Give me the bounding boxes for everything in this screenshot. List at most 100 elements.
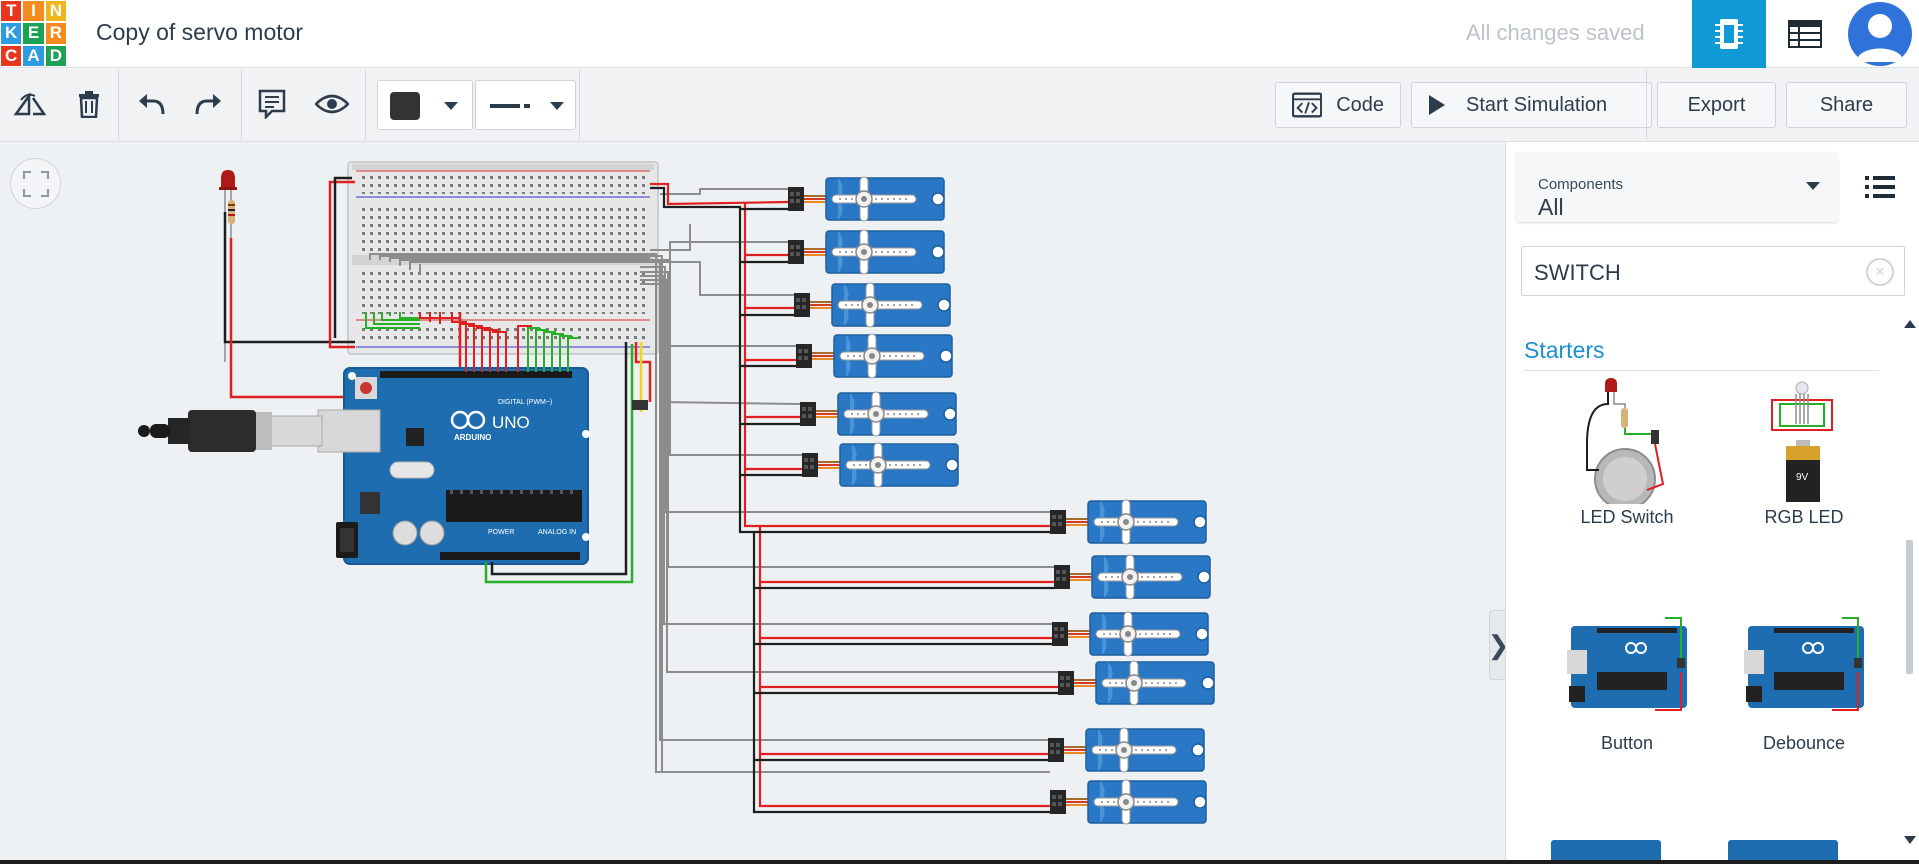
visibility-button[interactable] xyxy=(310,82,354,126)
starter-button[interactable]: Button xyxy=(1537,612,1717,754)
scroll-down-icon[interactable] xyxy=(1904,836,1916,844)
circuit-icon xyxy=(1715,19,1743,49)
export-label: Export xyxy=(1687,93,1746,116)
undo-button[interactable] xyxy=(128,82,172,126)
logo-letter: C xyxy=(1,45,22,66)
circuit-view-button[interactable] xyxy=(1692,0,1766,68)
servo-motor[interactable] xyxy=(793,282,951,328)
start-simulation-button[interactable]: Start Simulation xyxy=(1411,82,1652,128)
share-label: Share xyxy=(1819,93,1874,116)
starter-label: Button xyxy=(1600,733,1654,753)
logo-letter: T xyxy=(1,1,22,22)
circuit-drawing: UNO ARDUINO DIGITAL (PWM~) POWER ANALOG … xyxy=(138,161,1215,825)
toolbar-divider xyxy=(579,70,580,140)
list-view-toggle[interactable] xyxy=(1849,152,1911,222)
starter-thumbnail-partial[interactable] xyxy=(1551,840,1661,860)
color-swatch xyxy=(390,92,420,120)
share-button[interactable]: Share xyxy=(1786,82,1907,128)
wire-type-icon xyxy=(490,104,530,108)
chevron-down-icon xyxy=(1806,182,1820,190)
play-icon xyxy=(1429,95,1445,115)
digital-pins-label: DIGITAL (PWM~) xyxy=(498,399,552,406)
starter-rgb-led[interactable]: 9V RGB LED xyxy=(1714,374,1894,528)
start-simulation-label: Start Simulation xyxy=(1466,93,1608,116)
servo-motor[interactable] xyxy=(1049,779,1207,825)
arduino-brand-text: ARDUINO xyxy=(454,433,491,442)
logo-letter: D xyxy=(45,45,66,66)
usb-cable[interactable] xyxy=(138,409,381,453)
servo-motor[interactable] xyxy=(1053,554,1211,600)
circuit-canvas[interactable]: UNO ARDUINO DIGITAL (PWM~) POWER ANALOG … xyxy=(0,142,1505,860)
code-button[interactable]: Code xyxy=(1275,82,1401,128)
battery-label: 9V xyxy=(1796,472,1809,483)
led-component[interactable] xyxy=(219,170,237,362)
user-avatar[interactable] xyxy=(1848,2,1912,66)
edit-toolbar: Code Start Simulation Export Share xyxy=(0,68,1919,142)
arduino-uno-board[interactable]: UNO ARDUINO DIGITAL (PWM~) POWER ANALOG … xyxy=(343,367,590,565)
starter-label: LED Switch xyxy=(1580,507,1674,527)
redo-button[interactable] xyxy=(188,82,232,126)
notes-icon xyxy=(258,89,286,119)
servo-motor[interactable] xyxy=(1051,611,1209,657)
clear-search-icon[interactable]: × xyxy=(1866,258,1894,286)
toolbar-divider xyxy=(241,70,242,140)
trash-icon xyxy=(79,91,99,118)
led-switch-thumbnail xyxy=(1586,378,1665,510)
table-icon xyxy=(1788,20,1822,48)
export-button[interactable]: Export xyxy=(1657,82,1776,128)
redo-icon xyxy=(195,94,221,115)
chevron-right-icon: ❯ xyxy=(1488,630,1505,661)
panel-scrollbar[interactable] xyxy=(1906,540,1913,674)
servo-motor[interactable] xyxy=(799,391,957,437)
logo-letter: K xyxy=(1,23,22,44)
starter-label: RGB LED xyxy=(1764,507,1844,527)
component-list-view-button[interactable] xyxy=(1766,0,1844,68)
logo-letter: A xyxy=(23,45,44,66)
arduino-model-text: UNO xyxy=(492,413,530,432)
save-status: All changes saved xyxy=(1466,20,1645,45)
power-pins-label: POWER xyxy=(488,529,514,536)
tinkercad-logo[interactable]: T I N K E R C A D xyxy=(0,0,67,67)
component-search-input[interactable]: SWITCH × xyxy=(1521,246,1905,296)
scroll-up-icon[interactable] xyxy=(1904,320,1916,328)
debounce-thumbnail xyxy=(1744,617,1864,711)
delete-button[interactable] xyxy=(67,82,111,126)
servo-motor[interactable] xyxy=(1057,660,1215,706)
notes-button[interactable] xyxy=(250,82,294,126)
components-value: All xyxy=(1538,194,1564,220)
color-picker-dropdown[interactable] xyxy=(377,80,473,130)
analog-pins-label: ANALOG IN xyxy=(538,529,576,536)
components-panel: Components All SWITCH × Starters LED Swi… xyxy=(1505,142,1919,860)
toolbar-divider xyxy=(1646,70,1647,140)
servo-motor[interactable] xyxy=(801,442,959,488)
servo-motor[interactable] xyxy=(787,176,945,222)
window-bottom-edge xyxy=(0,860,1919,864)
servo-motor[interactable] xyxy=(1049,499,1207,545)
starter-label: Debounce xyxy=(1762,733,1846,753)
servo-motor[interactable] xyxy=(787,229,945,275)
code-icon xyxy=(1292,92,1323,118)
toolbar-divider xyxy=(365,70,366,140)
servo-motor[interactable] xyxy=(795,333,953,379)
panel-collapse-toggle[interactable]: ❯ xyxy=(1488,610,1505,680)
dc-power-jack xyxy=(336,522,358,558)
project-title[interactable]: Copy of servo motor xyxy=(96,19,303,46)
logo-letter: R xyxy=(45,23,66,44)
search-value: SWITCH xyxy=(1534,260,1621,285)
top-bar: T I N K E R C A D Copy of servo motor Al… xyxy=(0,0,1919,68)
code-label: Code xyxy=(1336,93,1384,116)
servo-motor[interactable] xyxy=(1047,727,1205,773)
rotate-icon xyxy=(13,92,47,116)
logo-letter: E xyxy=(23,23,44,44)
starter-debounce[interactable]: Debounce xyxy=(1714,612,1894,754)
logo-letter: N xyxy=(45,1,66,22)
user-icon xyxy=(1856,14,1904,62)
wire-style-dropdown[interactable] xyxy=(475,80,576,130)
starter-thumbnail-partial[interactable] xyxy=(1728,840,1838,860)
chevron-down-icon xyxy=(444,102,458,110)
starter-led-switch[interactable]: LED Switch xyxy=(1537,374,1717,528)
list-icon xyxy=(1865,176,1895,198)
toolbar-divider xyxy=(118,70,119,140)
rotate-button[interactable] xyxy=(8,82,52,126)
components-dropdown[interactable]: Components All xyxy=(1516,152,1838,222)
